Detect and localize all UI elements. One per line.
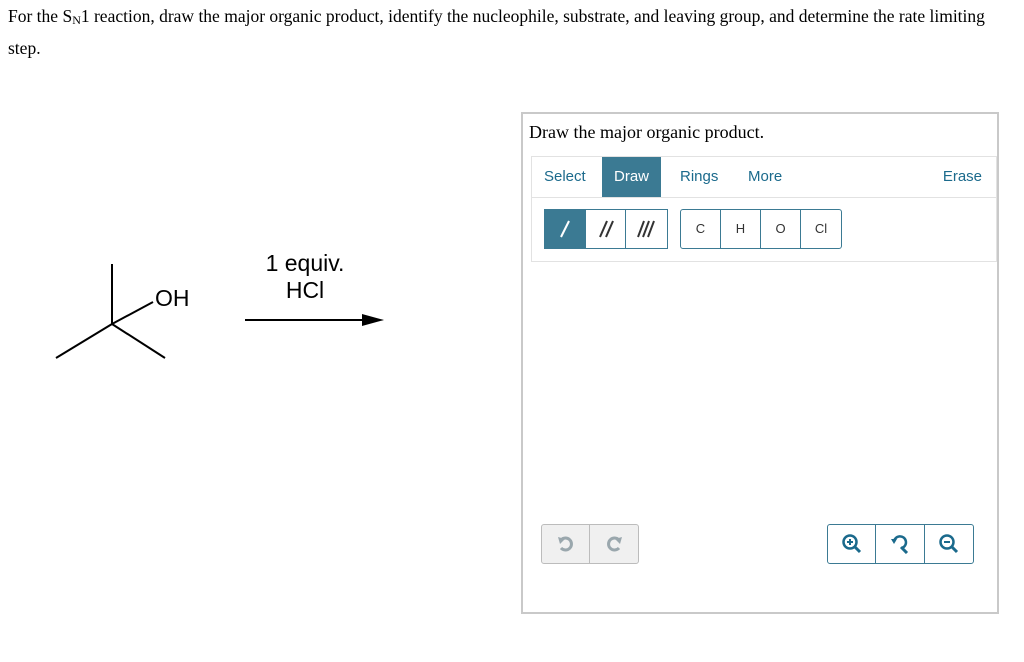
- erase-button[interactable]: Erase: [943, 157, 982, 197]
- reagent-equiv: 1 equiv.: [265, 250, 345, 276]
- reagent-conditions: 1 equiv. HCl: [250, 250, 360, 304]
- single-bond-button[interactable]: [545, 210, 586, 248]
- question-suffix: 1 reaction, draw the major organic produ…: [8, 6, 985, 58]
- reset-zoom-icon: [891, 535, 909, 554]
- tab-rings[interactable]: Rings: [680, 157, 718, 197]
- undo-redo-group: [541, 524, 639, 564]
- zoom-in-icon: [842, 534, 862, 554]
- triple-bond-icon: [637, 220, 656, 238]
- atom-tools: C H O Cl: [680, 209, 842, 249]
- drawing-toolbar: Select Draw Rings More Erase C H O Cl: [531, 156, 997, 262]
- zoom-out-icon: [938, 534, 958, 554]
- bond-tools: [544, 209, 668, 249]
- tab-select[interactable]: Select: [544, 157, 586, 197]
- single-bond-icon: [560, 220, 570, 238]
- tab-more[interactable]: More: [748, 157, 782, 197]
- undo-button[interactable]: [542, 525, 591, 563]
- zoom-in-button[interactable]: [828, 525, 877, 563]
- double-bond-icon: [598, 220, 614, 238]
- double-bond-button[interactable]: [586, 210, 627, 248]
- tab-draw[interactable]: Draw: [602, 157, 662, 197]
- hydroxyl-label: OH: [155, 285, 190, 311]
- triple-bond-button[interactable]: [626, 210, 667, 248]
- undo-icon: [558, 536, 573, 552]
- atom-cl-button[interactable]: Cl: [801, 210, 841, 248]
- atom-o-button[interactable]: O: [761, 210, 801, 248]
- question-subscript: N: [72, 13, 81, 27]
- zoom-out-button[interactable]: [925, 525, 973, 563]
- reset-zoom-button[interactable]: [876, 525, 925, 563]
- tool-tabs: Select Draw Rings More Erase: [532, 157, 996, 198]
- atom-h-button[interactable]: H: [721, 210, 761, 248]
- reagent-name: HCl: [285, 277, 325, 303]
- atom-c-button[interactable]: C: [681, 210, 721, 248]
- redo-icon: [607, 536, 623, 552]
- question-prefix: For the S: [8, 6, 73, 26]
- reaction-scheme: OH 1 equiv. HCl: [0, 240, 420, 380]
- panel-title: Draw the major organic product.: [529, 122, 765, 142]
- drawing-panel[interactable]: Draw the major organic product. Select D…: [521, 112, 999, 614]
- question-text: For the SN1 reaction, draw the major org…: [8, 2, 1008, 62]
- zoom-controls: [827, 524, 974, 564]
- redo-button[interactable]: [590, 525, 638, 563]
